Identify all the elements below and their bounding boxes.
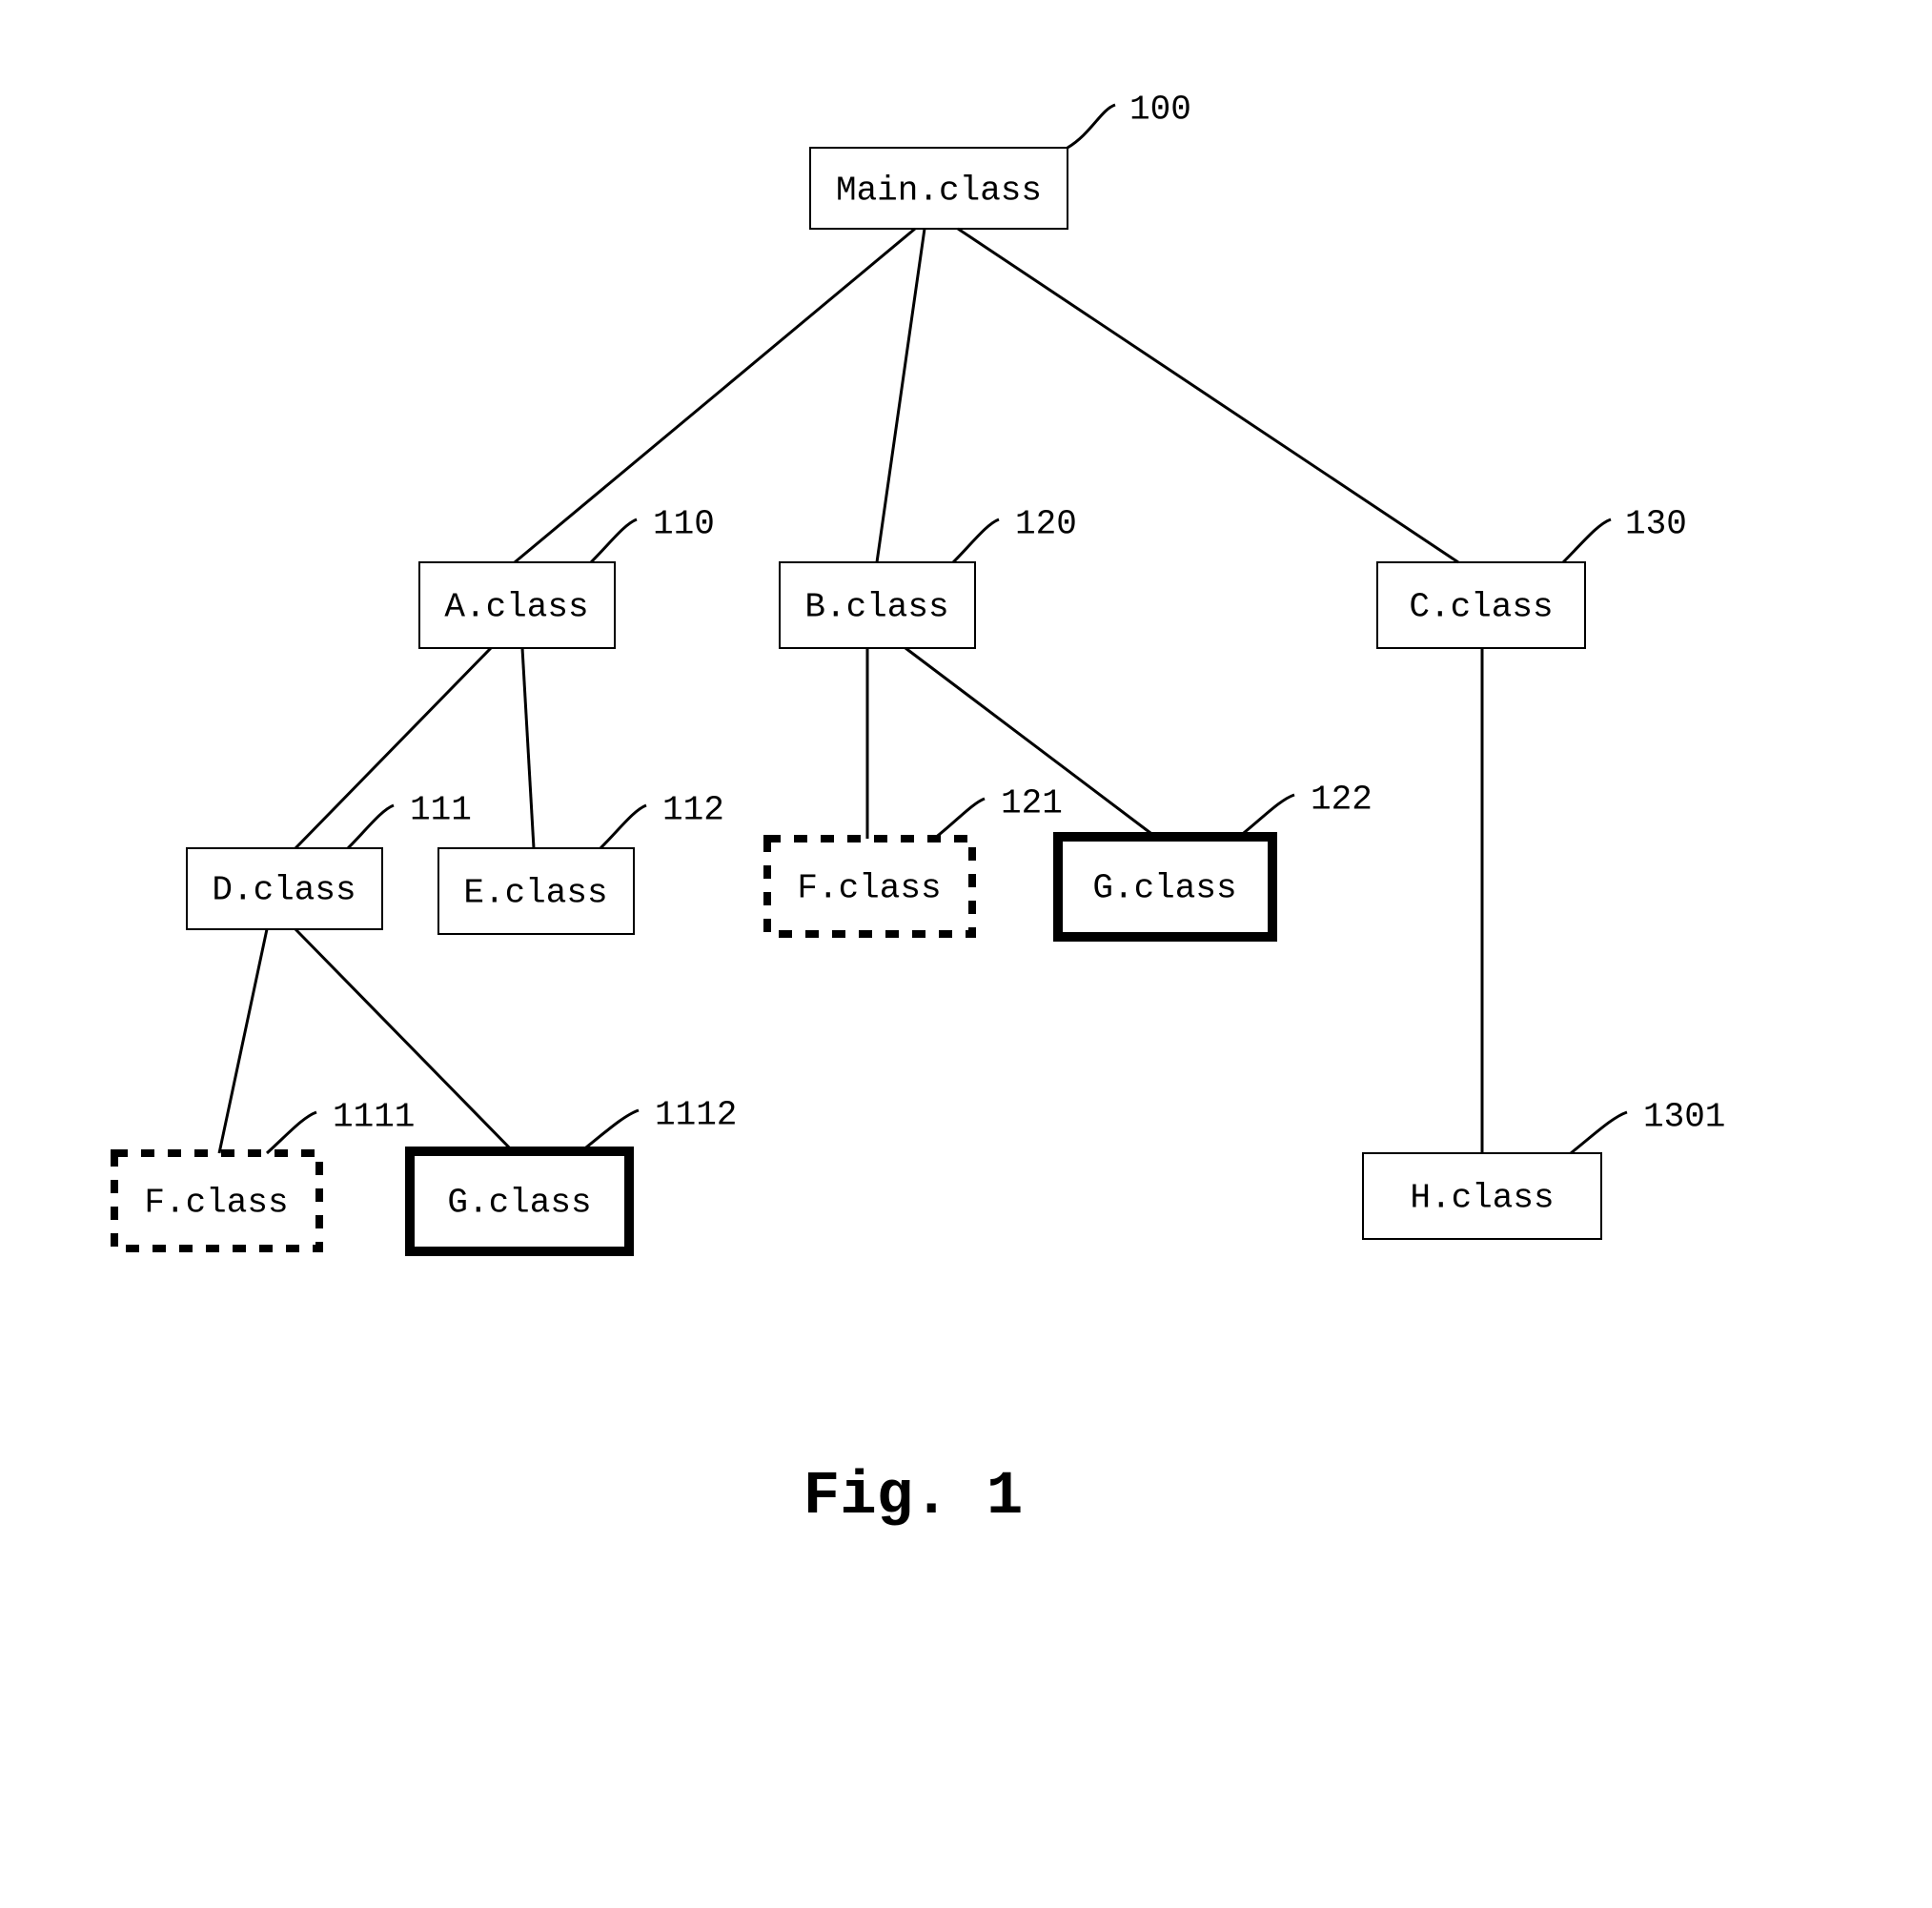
label-main: Main.class	[836, 172, 1042, 211]
ref-e: 112	[662, 791, 724, 830]
label-f2: F.class	[144, 1184, 288, 1223]
ref-f1: 121	[1001, 784, 1063, 823]
ref-h: 1301	[1643, 1098, 1725, 1137]
label-g1: G.class	[1092, 869, 1236, 908]
node-f-class-1: F.class 121	[767, 784, 1063, 934]
node-main-class: Main.class 100	[810, 91, 1191, 229]
node-d-class: D.class 111	[187, 791, 472, 929]
diagram-canvas: Main.class 100 A.class 110 B.class 120 C…	[0, 0, 1932, 1908]
label-d: D.class	[212, 871, 356, 910]
ref-c: 130	[1625, 505, 1687, 544]
ref-g1: 122	[1311, 781, 1373, 820]
node-c-class: C.class 130	[1377, 505, 1687, 648]
edge-main-a	[515, 229, 915, 562]
label-c: C.class	[1409, 588, 1553, 627]
label-g2: G.class	[447, 1184, 591, 1223]
node-g-class-1: G.class 122	[1058, 781, 1373, 937]
node-a-class: A.class 110	[419, 505, 715, 648]
node-b-class: B.class 120	[780, 505, 1077, 648]
label-h: H.class	[1410, 1179, 1554, 1218]
node-f-class-2: F.class 1111	[114, 1098, 415, 1248]
figure-label: Fig. 1	[803, 1463, 1023, 1532]
ref-f2: 1111	[333, 1098, 415, 1137]
edge-main-b	[877, 229, 925, 562]
node-h-class: H.class 1301	[1363, 1098, 1725, 1239]
ref-main: 100	[1129, 91, 1191, 130]
label-a: A.class	[444, 588, 588, 627]
node-e-class: E.class 112	[438, 791, 724, 934]
label-b: B.class	[804, 588, 948, 627]
node-g-class-2: G.class 1112	[410, 1096, 737, 1251]
edge-a-e	[522, 648, 534, 848]
label-f1: F.class	[797, 869, 941, 908]
edge-d-f	[219, 929, 267, 1153]
ref-a: 110	[653, 505, 715, 544]
ref-b: 120	[1015, 505, 1077, 544]
ref-g2: 1112	[655, 1096, 737, 1135]
ref-d: 111	[410, 791, 472, 830]
label-e: E.class	[463, 874, 607, 913]
